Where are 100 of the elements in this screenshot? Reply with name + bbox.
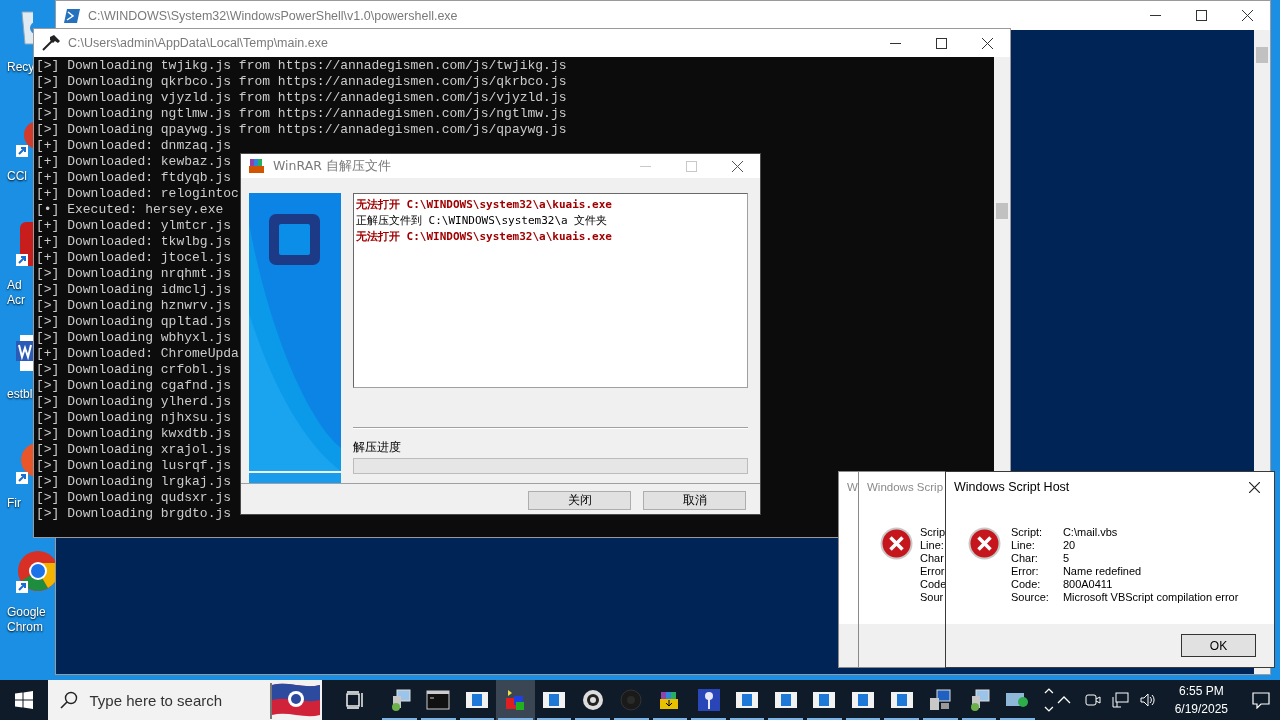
computer-icon <box>928 688 953 712</box>
window-title: C:\WINDOWS\System32\WindowsPowerShell\v1.0\powershell.exe <box>88 8 458 23</box>
desktop-icon-label: CCl <box>7 169 27 184</box>
console-line: [+] Downloaded: ylmtcr.js <box>36 218 232 234</box>
camera-icon[interactable] <box>1082 691 1101 709</box>
close-icon <box>1248 481 1260 493</box>
console-line: [>] Downloading njhxsu.js <box>36 410 232 426</box>
running-indicator <box>807 718 842 720</box>
console-line: [+] Downloaded: jtocel.js <box>36 250 232 266</box>
running-indicator <box>691 718 726 720</box>
console-line: [+] Downloaded: ChromeUpda <box>36 346 239 362</box>
console-line: [+] Downloaded: ftdyqb.js <box>36 170 232 186</box>
desktop-icon-label: Fir <box>7 496 21 511</box>
desktop-icon-label: Recy <box>7 60 35 75</box>
close-icon <box>731 160 743 172</box>
maximize-icon <box>685 160 697 172</box>
console-line: [>] Downloading kwxdtb.js <box>36 426 232 442</box>
maximize-icon <box>1195 10 1207 21</box>
network-icon[interactable] <box>1110 691 1129 709</box>
console-line: [>] Downloading idmclj.js <box>36 282 232 298</box>
ok-button[interactable]: OK <box>1181 634 1256 657</box>
flag-icon <box>267 681 322 719</box>
running-indicator <box>652 718 688 720</box>
console-line: [>] Downloading ylherd.js <box>36 394 232 410</box>
notifications-icon[interactable] <box>1252 691 1270 709</box>
desktop-icon-label: estbl <box>7 387 33 402</box>
close-button[interactable]: 关闭 <box>528 491 631 510</box>
browser-shortcut-icon[interactable] <box>14 549 55 593</box>
powershell-icon <box>64 8 80 23</box>
disc-icon <box>619 688 644 712</box>
console-line: [+] Downloaded: kewbaz.js <box>36 154 232 170</box>
field-value: 800A0411 <box>1062 578 1114 591</box>
console-line: [>] Downloading brgdto.js <box>36 506 232 522</box>
running-indicator <box>729 718 765 720</box>
field-value: Name redefined <box>1062 565 1143 578</box>
window-title: WinRAR 自解压文件 <box>273 157 391 175</box>
console-line: [>] Downloading cgafnd.js <box>36 378 232 394</box>
running-indicator <box>1000 718 1035 720</box>
console-line: [>] Downloading qpltad.js <box>36 314 232 330</box>
console-line: [>] Downloading lusrqf.js <box>36 458 232 474</box>
field-value: 5 <box>1062 552 1071 565</box>
console-line: [>] Downloading wbhyxl.js <box>36 330 232 346</box>
task-view-icon <box>345 691 366 709</box>
running-indicator <box>382 718 417 720</box>
console-line: [>] Downloading qkrbco.js from https://annadegismen.com/js/qkrbco.js <box>36 74 567 90</box>
running-indicator <box>961 718 997 720</box>
running-indicator <box>459 718 495 720</box>
field-label: Error <box>920 565 946 578</box>
clock[interactable]: 6:55 PM 6/19/2025 <box>1174 682 1228 718</box>
field-value: Microsoft VBScript compilation error <box>1062 591 1239 604</box>
field-label: Error: <box>1011 565 1040 578</box>
progress-label: 解压进度 <box>353 439 401 456</box>
running-indicator <box>845 718 881 720</box>
running-indicator <box>768 718 804 720</box>
field-label: Line: <box>920 539 945 552</box>
search-icon <box>59 691 78 709</box>
console-line: [>] Downloading qpaywg.js from https://annadegismen.com/js/qpaywg.js <box>36 122 567 138</box>
disc-icon <box>580 688 605 712</box>
running-indicator <box>498 718 533 720</box>
field-label: Scrip <box>920 526 947 539</box>
console-line: [>] Downloading vjyzld.js from https://annadegismen.com/js/vjyzld.js <box>36 90 567 106</box>
running-indicator <box>536 718 572 720</box>
window-title: C:\Users\admin\AppData\Local\Temp\main.exe <box>68 36 328 50</box>
archive-icon <box>249 158 265 174</box>
field-label: Script: <box>1011 526 1044 539</box>
error-icon <box>880 527 913 560</box>
close-icon <box>981 37 993 49</box>
window-title: Windows Scrip <box>867 481 944 493</box>
key-icon <box>696 688 721 712</box>
running-indicator <box>575 718 611 720</box>
log-line: 正解压文件到 C:\WINDOWS\system32\a 文件夹 <box>356 213 608 229</box>
volume-icon[interactable] <box>1138 691 1157 709</box>
log-line: 无法打开 C:\WINDOWS\system32\a\kuais.exe <box>356 229 612 245</box>
desktop-icon-label: Ad <box>7 278 23 293</box>
maximize-icon <box>935 37 947 49</box>
console-line: [+] Downloaded: dnmzaq.js <box>36 138 232 154</box>
console-line: [>] Downloading crfobl.js <box>36 362 232 378</box>
windows-logo-icon <box>14 691 33 709</box>
console-line: [>] Downloading qudsxr.js <box>36 490 232 506</box>
field-value: 20 <box>1062 539 1077 552</box>
console-line: [>] Downloading ngtlmw.js from https://annadegismen.com/js/ngtlmw.js <box>36 106 567 122</box>
desktop-icon-label: Chrom <box>7 620 44 635</box>
hammer-icon <box>42 35 60 51</box>
error-icon <box>968 527 1001 560</box>
console-line: [+] Downloaded: tkwlbg.js <box>36 234 232 250</box>
desktop-icon-label: Google <box>7 605 46 620</box>
search-field[interactable]: Type here to search <box>47 680 322 720</box>
field-label: Line: <box>1011 539 1036 552</box>
running-indicator <box>922 718 958 720</box>
desktop-icon-label: Acr <box>7 293 25 308</box>
cancel-button[interactable]: 取消 <box>643 491 746 510</box>
console-line: [>] Downloading lrgkaj.js <box>36 474 232 490</box>
field-label: Source: <box>1011 591 1049 604</box>
console-line: [>] Downloading xrajol.js <box>36 442 232 458</box>
console-line: [+] Downloaded: relogintoc <box>36 186 239 202</box>
console-line: [>] Downloading hznwrv.js <box>36 298 232 314</box>
field-label: Char: <box>1011 552 1039 565</box>
running-indicator <box>884 718 919 720</box>
console-line: [•] Executed: hersey.exe <box>36 202 224 218</box>
pdf-shortcut-icon[interactable] <box>14 222 33 266</box>
